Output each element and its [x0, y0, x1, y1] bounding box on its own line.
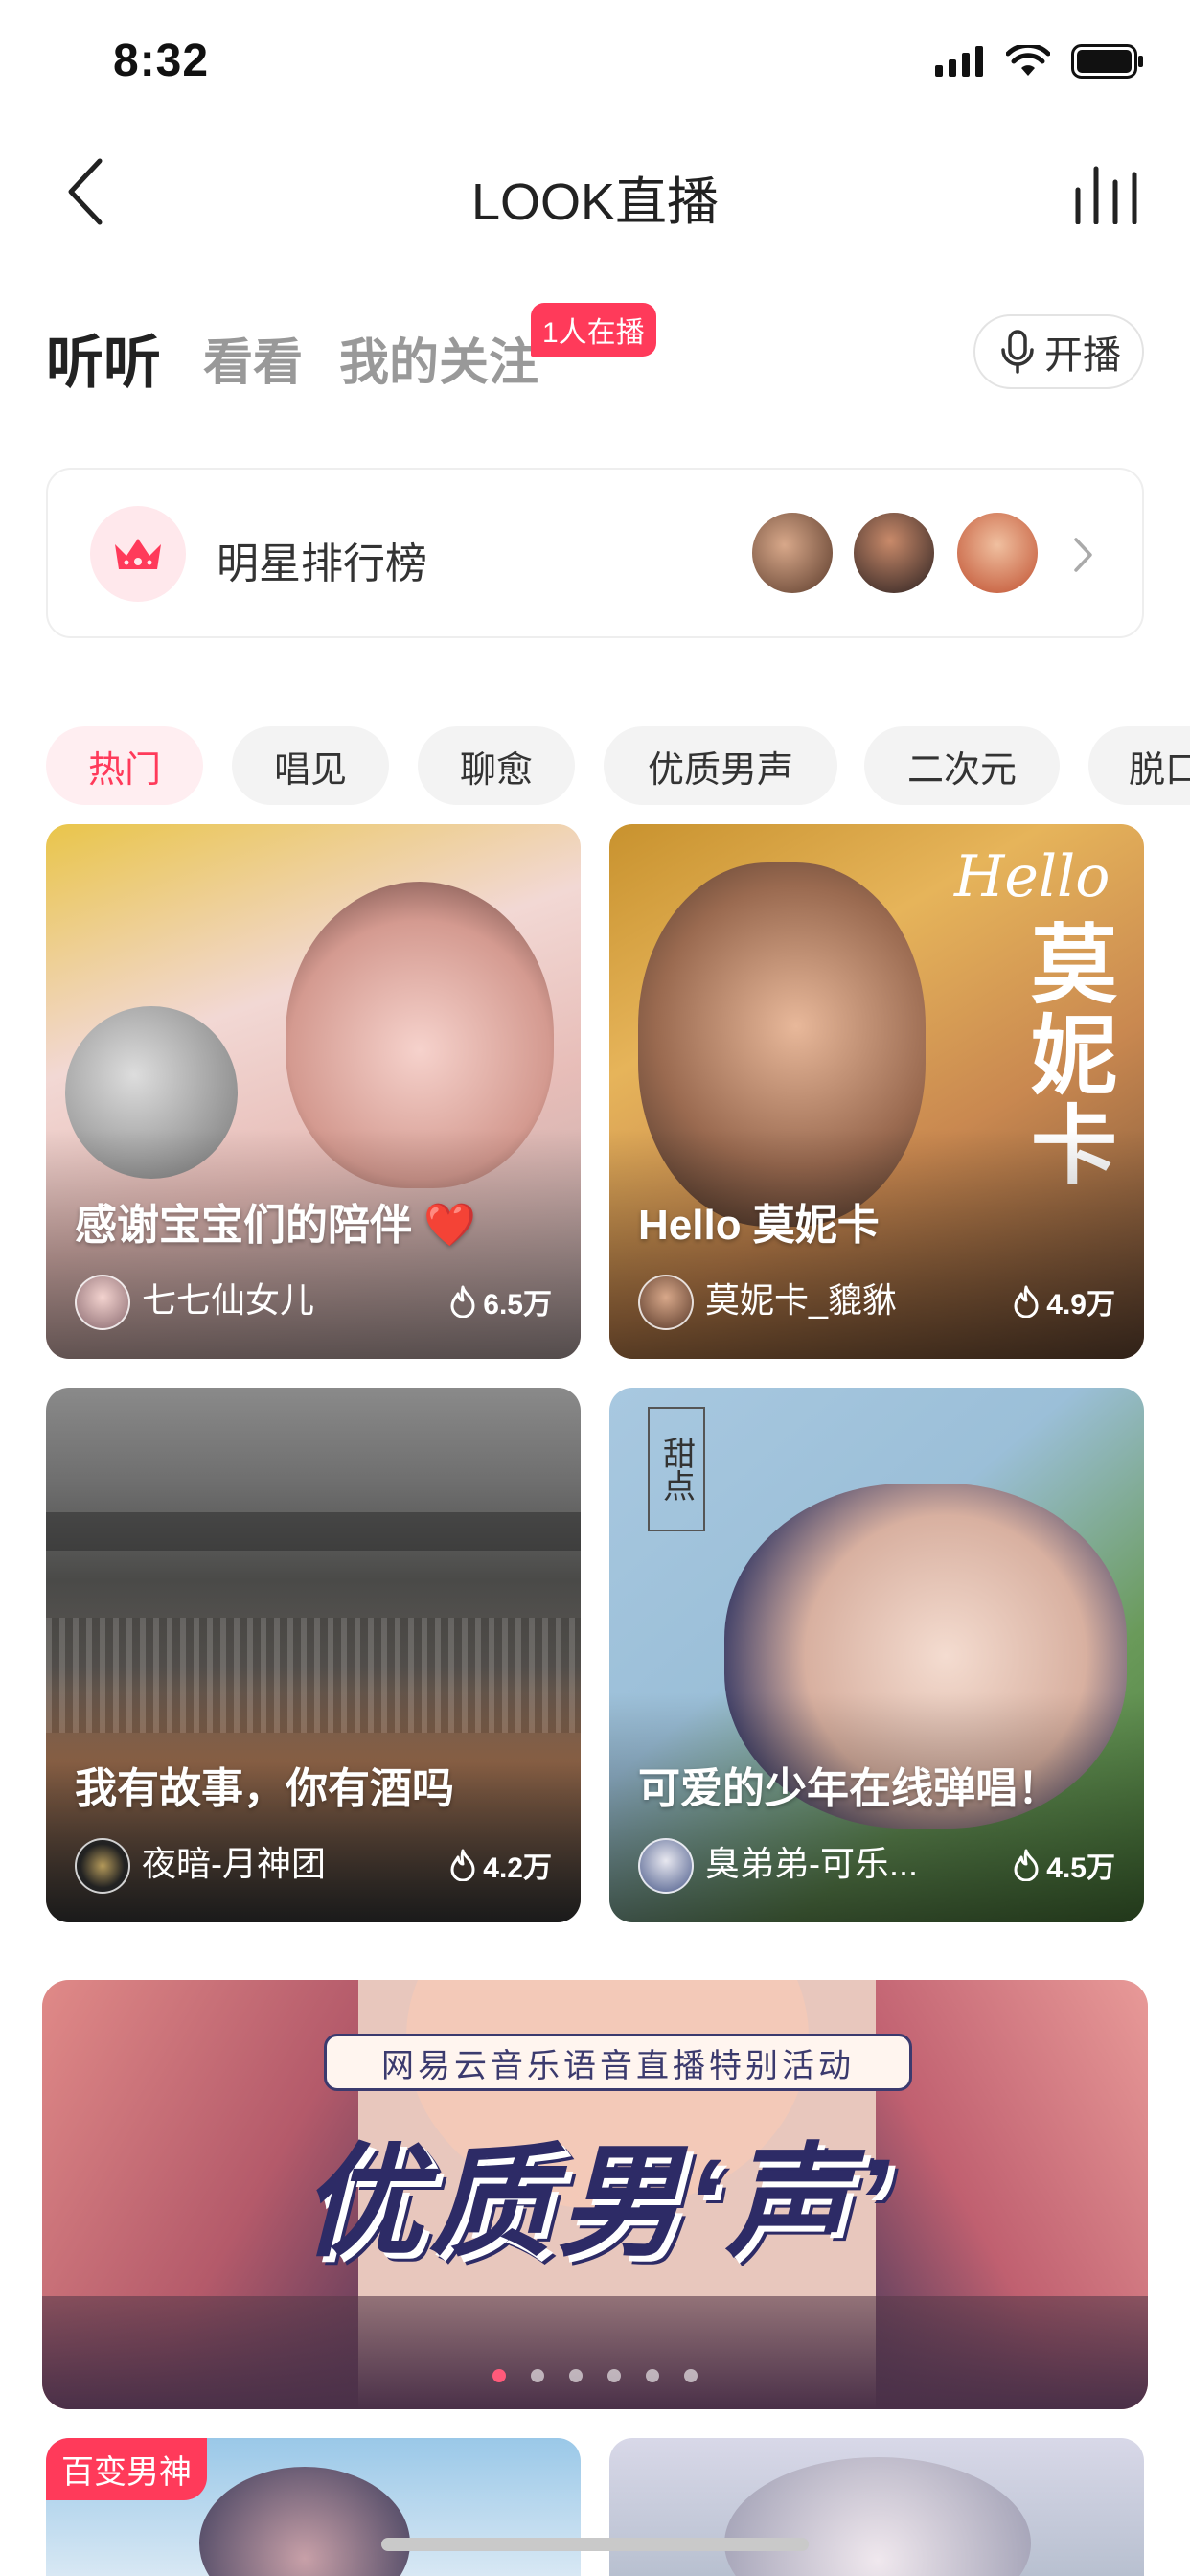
host-name: 七七仙女儿 — [142, 1280, 315, 1320]
ranking-button[interactable] — [1073, 161, 1140, 225]
star-ranking-label: 明星排行榜 — [217, 540, 427, 587]
category-chip-male-voice[interactable]: 优质男声 — [604, 726, 837, 805]
ranking-avatar-3 — [954, 510, 1041, 596]
microphone-icon — [1001, 330, 1034, 374]
live-card-3[interactable]: 我有故事，你有酒吗 夜暗-月神团 4.2万 — [46, 1388, 581, 1922]
battery-icon — [1071, 44, 1143, 79]
card-title: 我有故事，你有酒吗 — [75, 1765, 454, 1812]
star-ranking-card[interactable]: 明星排行榜 — [46, 468, 1144, 638]
category-chip-hot[interactable]: 热门 — [46, 726, 203, 805]
live-card-6[interactable] — [609, 2438, 1144, 2576]
carousel-dot-2[interactable] — [531, 2369, 544, 2382]
host-name: 夜暗-月神团 — [142, 1844, 326, 1883]
live-card-2[interactable]: Hello 莫妮卡 Hello 莫妮卡 莫妮卡_貔貅 4.9万 — [609, 824, 1144, 1359]
card-tag-badge: 百变男神 — [46, 2438, 207, 2500]
host-avatar — [75, 1838, 130, 1894]
heat-value: 4.9万 — [1046, 1289, 1115, 1321]
host-photo — [724, 2457, 1031, 2576]
live-count-badge: 1人在播 — [531, 303, 656, 356]
live-card-4[interactable]: 甜点 可爱的少年在线弹唱！ 臭弟弟-可乐... 4.5万 — [609, 1388, 1144, 1922]
host-photo — [199, 2467, 410, 2576]
start-live-button[interactable]: 开播 — [973, 314, 1144, 389]
host-avatar — [638, 1275, 694, 1330]
heat-count: 6.5万 — [448, 1280, 552, 1322]
host-avatar — [75, 1275, 130, 1330]
promo-banner[interactable]: 网易云音乐语音直播特别活动 优质男‘声’ — [42, 1980, 1148, 2409]
flame-icon — [1014, 1849, 1039, 1881]
status-time: 8:32 — [113, 35, 210, 86]
heat-count: 4.9万 — [1012, 1280, 1115, 1322]
live-card-1[interactable]: 感谢宝宝们的陪伴 ❤️ 七七仙女儿 6.5万 — [46, 824, 581, 1359]
carousel-dot-4[interactable] — [607, 2369, 621, 2382]
host-name: 莫妮卡_貔貅 — [705, 1280, 898, 1320]
heat-value: 4.2万 — [483, 1852, 552, 1884]
ranking-avatar-2 — [851, 510, 937, 596]
heat-count: 4.5万 — [1012, 1844, 1115, 1886]
crown-icon — [115, 539, 161, 569]
page-title: LOOK直播 — [470, 173, 720, 231]
tab-my-follow[interactable]: 我的关注 — [339, 322, 538, 394]
card-title: Hello 莫妮卡 — [638, 1202, 880, 1249]
home-indicator — [381, 2538, 809, 2551]
flame-icon — [1014, 1285, 1039, 1318]
flame-icon — [450, 1849, 475, 1881]
banner-subtitle: 网易云音乐语音直播特别活动 — [324, 2034, 912, 2091]
category-chip-anime[interactable]: 二次元 — [864, 726, 1060, 805]
ranking-avatar-1 — [749, 510, 835, 596]
bar-chart-icon — [1075, 166, 1137, 225]
status-icons — [935, 44, 1144, 79]
overlay-title: 甜点 — [648, 1407, 705, 1531]
crown-badge — [90, 506, 186, 602]
banner-title: 优质男‘声’ — [301, 2134, 895, 2271]
carousel-dot-1[interactable] — [492, 2369, 506, 2382]
host-name: 臭弟弟-可乐... — [705, 1844, 918, 1883]
category-chip-talkshow[interactable]: 脱口 — [1088, 726, 1190, 805]
carousel-dot-5[interactable] — [646, 2369, 659, 2382]
waterfall-ridge — [46, 1512, 581, 1551]
overlay-hello: Hello — [954, 843, 1110, 910]
signal-icon — [935, 46, 983, 77]
heat-value: 4.5万 — [1046, 1852, 1115, 1884]
category-chip-singing[interactable]: 唱见 — [232, 726, 389, 805]
host-avatar — [638, 1838, 694, 1894]
card-title: 可爱的少年在线弹唱！ — [638, 1765, 1060, 1812]
start-live-label: 开播 — [1044, 334, 1121, 377]
chevron-right-icon — [1074, 538, 1092, 572]
card-title: 感谢宝宝们的陪伴 ❤️ — [75, 1202, 477, 1249]
heat-value: 6.5万 — [483, 1289, 552, 1321]
tab-listen[interactable]: 听听 — [46, 316, 161, 400]
heat-count: 4.2万 — [448, 1844, 552, 1886]
wifi-icon — [1006, 45, 1050, 76]
category-chip-healing[interactable]: 聊愈 — [418, 726, 575, 805]
carousel-dot-6[interactable] — [684, 2369, 698, 2382]
banner-crowd — [42, 2296, 1148, 2409]
flame-icon — [450, 1285, 475, 1318]
carousel-dot-3[interactable] — [569, 2369, 583, 2382]
tab-watch[interactable]: 看看 — [203, 322, 303, 394]
